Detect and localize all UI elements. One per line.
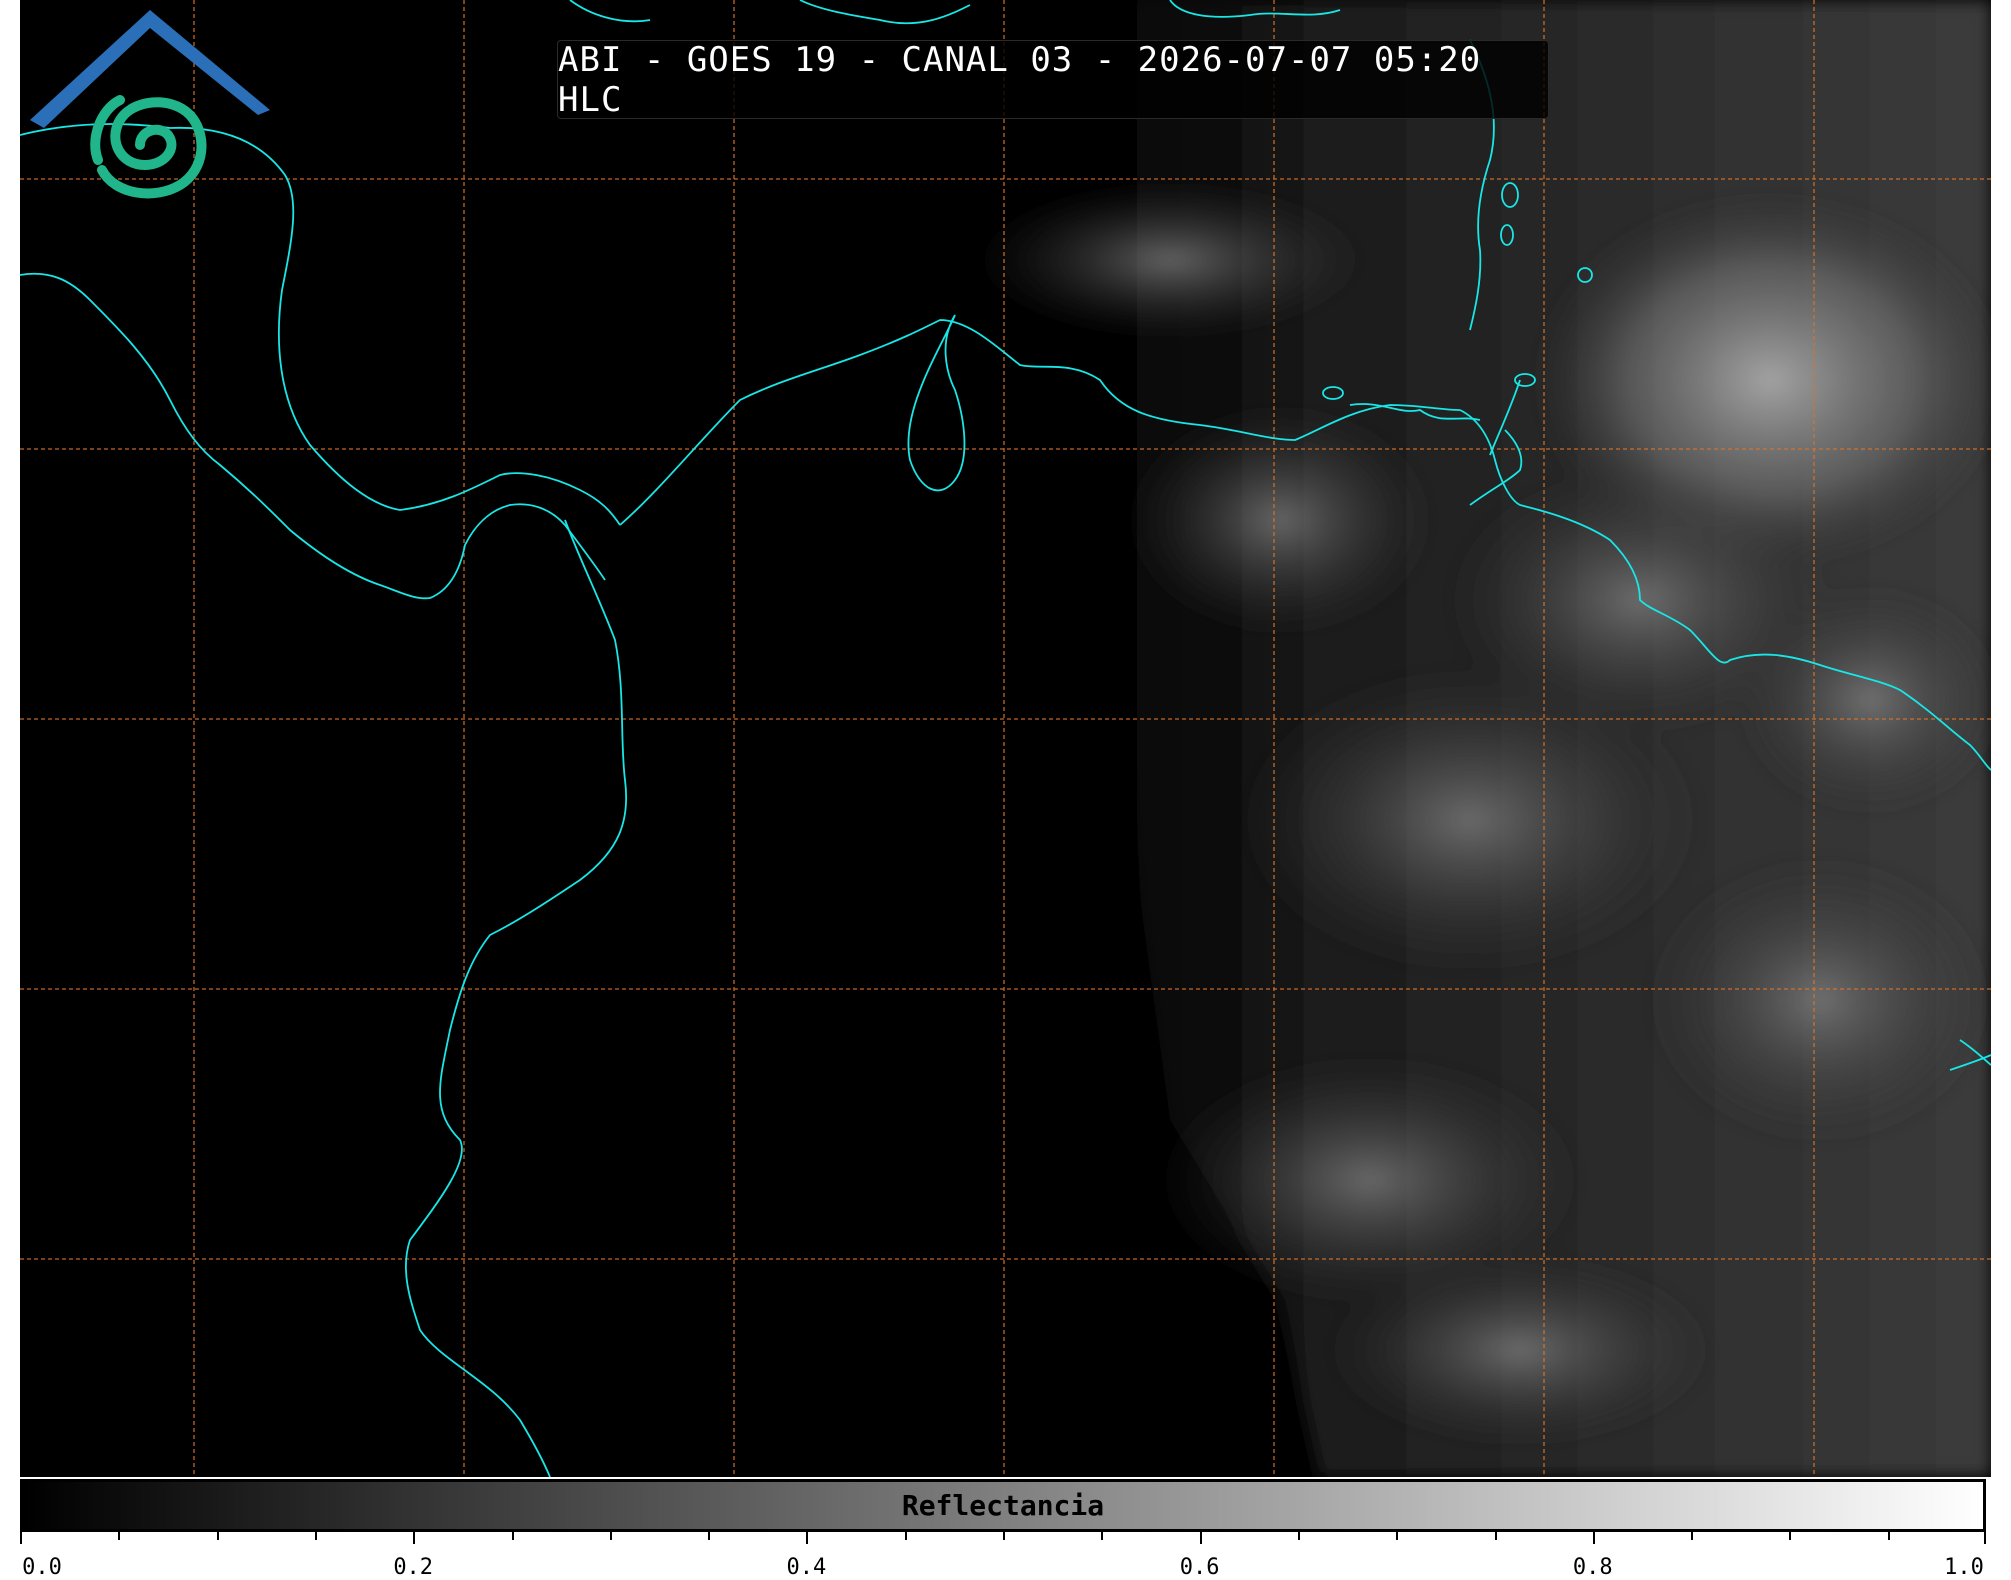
colorbar-minor-tick [1298, 1532, 1300, 1540]
colorbar-major-tick [20, 1532, 22, 1544]
colorbar-tick-label: 0.8 [1572, 1555, 1613, 1580]
logo-swirl-icon [90, 95, 207, 199]
map-canvas [20, 0, 1991, 1477]
colorbar-major-tick [1984, 1532, 1986, 1544]
ideam-logo [30, 10, 270, 199]
colorbar-minor-tick [118, 1532, 120, 1540]
colorbar-minor-tick [1789, 1532, 1791, 1540]
colorbar: Reflectancia [20, 1479, 1986, 1532]
colorbar-tick-label: 0.6 [1179, 1555, 1220, 1580]
colorbar-tick-label: 0.4 [786, 1555, 827, 1580]
colorbar-minor-tick [315, 1532, 317, 1540]
colorbar-major-tick [1593, 1532, 1595, 1544]
colorbar-minor-tick [512, 1532, 514, 1540]
colorbar-minor-tick [1396, 1532, 1398, 1540]
colorbar-ticks: 0.0 0.2 0.4 0.6 0.8 1.0 [20, 1532, 1986, 1580]
colorbar-major-tick [1200, 1532, 1202, 1544]
colorbar-minor-tick [610, 1532, 612, 1540]
logo-roof-icon [30, 10, 270, 128]
colorbar-minor-tick [1495, 1532, 1497, 1540]
colorbar-minor-tick [217, 1532, 219, 1540]
colorbar-tick-label: 0.0 [22, 1555, 62, 1580]
satellite-map[interactable]: ABI - GOES 19 - CANAL 03 - 2026-07-07 05… [20, 0, 1991, 1477]
colorbar-label: Reflectancia [901, 1489, 1105, 1522]
colorbar-tick-label: 1.0 [1944, 1555, 1984, 1580]
colorbar-tick-label: 0.2 [393, 1555, 434, 1580]
colorbar-minor-tick [1888, 1532, 1890, 1540]
colorbar-minor-tick [708, 1532, 710, 1540]
colorbar-minor-tick [1691, 1532, 1693, 1540]
colorbar-minor-tick [1101, 1532, 1103, 1540]
colorbar-minor-tick [905, 1532, 907, 1540]
colorbar-major-tick [413, 1532, 415, 1544]
map-title: ABI - GOES 19 - CANAL 03 - 2026-07-07 05… [557, 40, 1549, 120]
colorbar-major-tick [806, 1532, 808, 1544]
colorbar-minor-tick [1003, 1532, 1005, 1540]
